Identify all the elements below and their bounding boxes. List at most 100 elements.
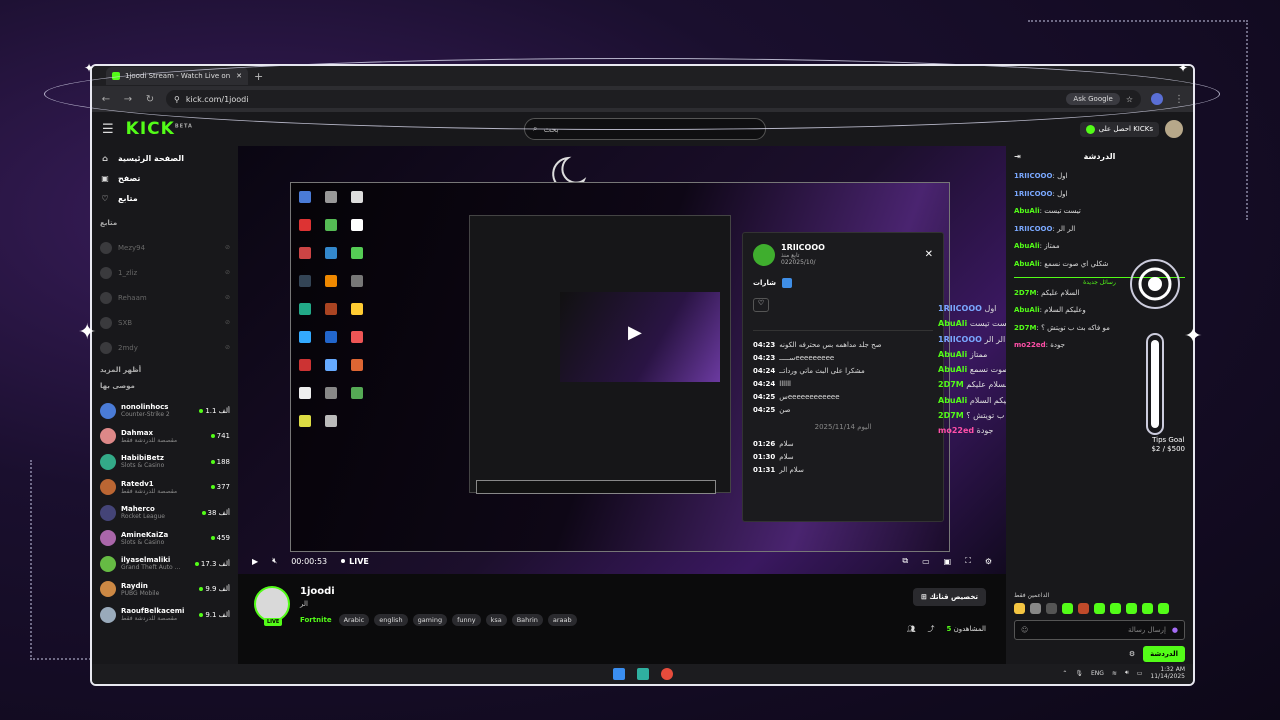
emote-icon[interactable]	[1046, 603, 1057, 614]
start-icon[interactable]	[612, 668, 625, 680]
chat-settings-gear-icon[interactable]: ⚙	[1129, 650, 1135, 658]
emote-icon[interactable]	[1078, 603, 1089, 614]
emote-icon[interactable]	[1126, 603, 1137, 614]
avatar	[100, 402, 116, 419]
following-item[interactable]: Rehaam ⊘	[100, 285, 230, 310]
clip-icon[interactable]: ▣	[944, 557, 952, 566]
stream-tag[interactable]: ksa	[485, 614, 507, 626]
chat-message[interactable]: AbuAli: ممتاز	[1014, 242, 1185, 250]
chat-message[interactable]: 1RIICOOO: الر الر	[1014, 225, 1185, 233]
streamer-avatar[interactable]: LIVE	[254, 586, 290, 626]
stream-tag[interactable]: funny	[452, 614, 481, 626]
chat-text: الر الر	[1057, 224, 1076, 233]
chat-panel: ⇥ الدردشة 1RIICOOO: اول 1RIICOOO: اول AbuA…	[1006, 146, 1193, 678]
language-indicator[interactable]: ENG	[1091, 670, 1104, 677]
recommended-channel[interactable]: Raydin PUBG Mobile 9.9 ألف	[100, 577, 230, 603]
play-button[interactable]: ▶	[252, 557, 258, 566]
collapse-chat-icon[interactable]: ⇥	[1014, 152, 1021, 161]
customize-channel-button[interactable]: ⊞ تخصيص قناتك	[913, 588, 986, 606]
channel-name: Raydin	[121, 581, 148, 590]
mute-icon[interactable]: 🔇︎	[272, 556, 277, 566]
new-tab-icon[interactable]: +	[254, 70, 263, 83]
recommended-channel[interactable]: nonolinhocs Counter-Strike 2 1.1 ألف	[100, 398, 230, 424]
settings-gear-icon[interactable]: ⚙	[985, 557, 992, 566]
recommended-channel[interactable]: RaoufBelkacemi مقصصة للدردشة فقط 9.1 ألف	[100, 602, 230, 628]
emote-row	[1014, 603, 1185, 614]
chat-send-button[interactable]: الدردشة	[1143, 646, 1185, 662]
share-icon[interactable]: ⤴	[928, 624, 935, 634]
forward-icon[interactable]: →	[122, 94, 134, 105]
recommended-channel[interactable]: Dahmax مقصصة للدردشة فقط 741	[100, 424, 230, 450]
emote-icon[interactable]	[1158, 603, 1169, 614]
app-icon[interactable]	[636, 668, 649, 680]
menu-icon[interactable]: ☰	[102, 122, 114, 137]
profile-avatar[interactable]	[1151, 93, 1163, 105]
close-icon[interactable]: ✕	[925, 249, 933, 260]
recommended-channel[interactable]: AmineKaiZa Slots & Casino 459	[100, 526, 230, 552]
recommended-channel[interactable]: HabibiBetz Slots & Casino 188	[100, 449, 230, 475]
emote-icon[interactable]	[1094, 603, 1105, 614]
clock[interactable]: 1:32 AM 11/14/2025	[1150, 666, 1185, 680]
kick-logo[interactable]: KICKBETA	[126, 119, 193, 139]
emote-icon[interactable]	[1062, 603, 1073, 614]
emote-icon[interactable]	[1030, 603, 1041, 614]
emote-icon[interactable]	[1014, 603, 1025, 614]
chat-message[interactable]: 1RIICOOO: اول	[1014, 172, 1185, 180]
pip-icon[interactable]: ⧉	[902, 556, 908, 566]
get-kicks-button[interactable]: احصل على KICKs	[1079, 121, 1159, 137]
search-input[interactable]: ⌕ بحث	[524, 118, 766, 140]
site-info-icon[interactable]: ⚲	[174, 95, 180, 104]
fullscreen-icon[interactable]: ⛶	[965, 556, 971, 566]
emote-icon[interactable]	[1110, 603, 1121, 614]
recommended-channel[interactable]: Maherco Rocket League 38 ألف	[100, 500, 230, 526]
bookmark-star-icon[interactable]: ☆	[1126, 95, 1133, 104]
chat-message[interactable]: 1RIICOOO: اول	[1014, 190, 1185, 198]
chat-username: 1RIICOOO	[1014, 172, 1053, 180]
volume-icon[interactable]: 🔊︎	[1125, 669, 1129, 677]
browser-menu-icon[interactable]: ⋮	[1173, 94, 1185, 105]
stream-tag[interactable]: araab	[547, 614, 577, 626]
sidebar-nav-item[interactable]: ♡ متابع	[100, 194, 230, 203]
chat-title: الدردشة	[1083, 151, 1116, 161]
emoji-icon[interactable]: ☺	[1021, 626, 1028, 634]
emote-icon[interactable]	[1142, 603, 1153, 614]
browser-tab[interactable]: 1joodi Stream - Watch Live on Kick ✕	[106, 67, 248, 85]
live-dot-icon	[199, 408, 204, 413]
wifi-icon[interactable]: ≋	[1112, 670, 1117, 677]
theater-icon[interactable]: ▭	[922, 557, 930, 566]
user-avatar[interactable]	[1165, 120, 1183, 138]
chat-input[interactable]: ☺ إرسال رسالة ●	[1014, 620, 1185, 640]
game-link[interactable]: Fortnite	[300, 616, 332, 624]
reload-icon[interactable]: ↻	[144, 94, 156, 105]
following-item[interactable]: 1_zliz ⊘	[100, 260, 230, 285]
left-sidebar: ⌂ الصفحة الرئيسية ▣ تصفح ♡ متابع متابع Mezy94…	[92, 146, 238, 678]
chat-message[interactable]: AbuAli: تيست تيست	[1014, 207, 1185, 215]
show-more-link[interactable]: أظهر المزيد	[100, 366, 230, 374]
stream-tag[interactable]: Bahrin	[511, 614, 543, 626]
ask-google-button[interactable]: Ask Google	[1066, 93, 1120, 105]
chevron-up-icon[interactable]: ⌃	[1062, 670, 1067, 677]
close-tab-icon[interactable]: ✕	[236, 72, 242, 80]
video-player[interactable]: ▶ 1RIICOOO تابع منذ 022025/10/ ✕ شارات ♡…	[238, 146, 1006, 574]
stream-tag[interactable]: Arabic	[338, 614, 370, 626]
stream-tag[interactable]: gaming	[412, 614, 448, 626]
following-item[interactable]: 2mdy ⊘	[100, 335, 230, 360]
chat-text: اول	[1057, 172, 1068, 180]
viewer-count: 1.1 ألف	[199, 407, 230, 415]
recommended-channel[interactable]: Ratedv1 مقصصة للدردشة فقط 377	[100, 475, 230, 501]
sidebar-nav-item[interactable]: ⌂ الصفحة الرئيسية	[100, 154, 230, 163]
sidebar-nav-item[interactable]: ▣ تصفح	[100, 174, 230, 183]
tips-goal: Tips Goal $2 / $500	[1151, 436, 1185, 453]
back-icon[interactable]: ←	[100, 94, 112, 105]
battery-icon[interactable]: ▭	[1137, 670, 1143, 677]
url-field[interactable]: ⚲ kick.com/1joodi Ask Google ☆	[166, 90, 1141, 108]
mic-icon[interactable]: 🎙︎	[1075, 670, 1083, 677]
following-item[interactable]: Mezy94 ⊘	[100, 235, 230, 260]
streamer-name[interactable]: 1joodi	[300, 586, 577, 597]
recommended-channel[interactable]: ilyaselmaliki Grand Theft Auto ... 17.3 أل…	[100, 551, 230, 577]
channel-name: HabibiBetz	[121, 454, 164, 463]
stream-tag[interactable]: english	[374, 614, 408, 626]
chrome-icon[interactable]	[660, 668, 673, 680]
following-item[interactable]: SXB ⊘	[100, 310, 230, 335]
follow-heart-button[interactable]: ♡	[753, 298, 769, 312]
